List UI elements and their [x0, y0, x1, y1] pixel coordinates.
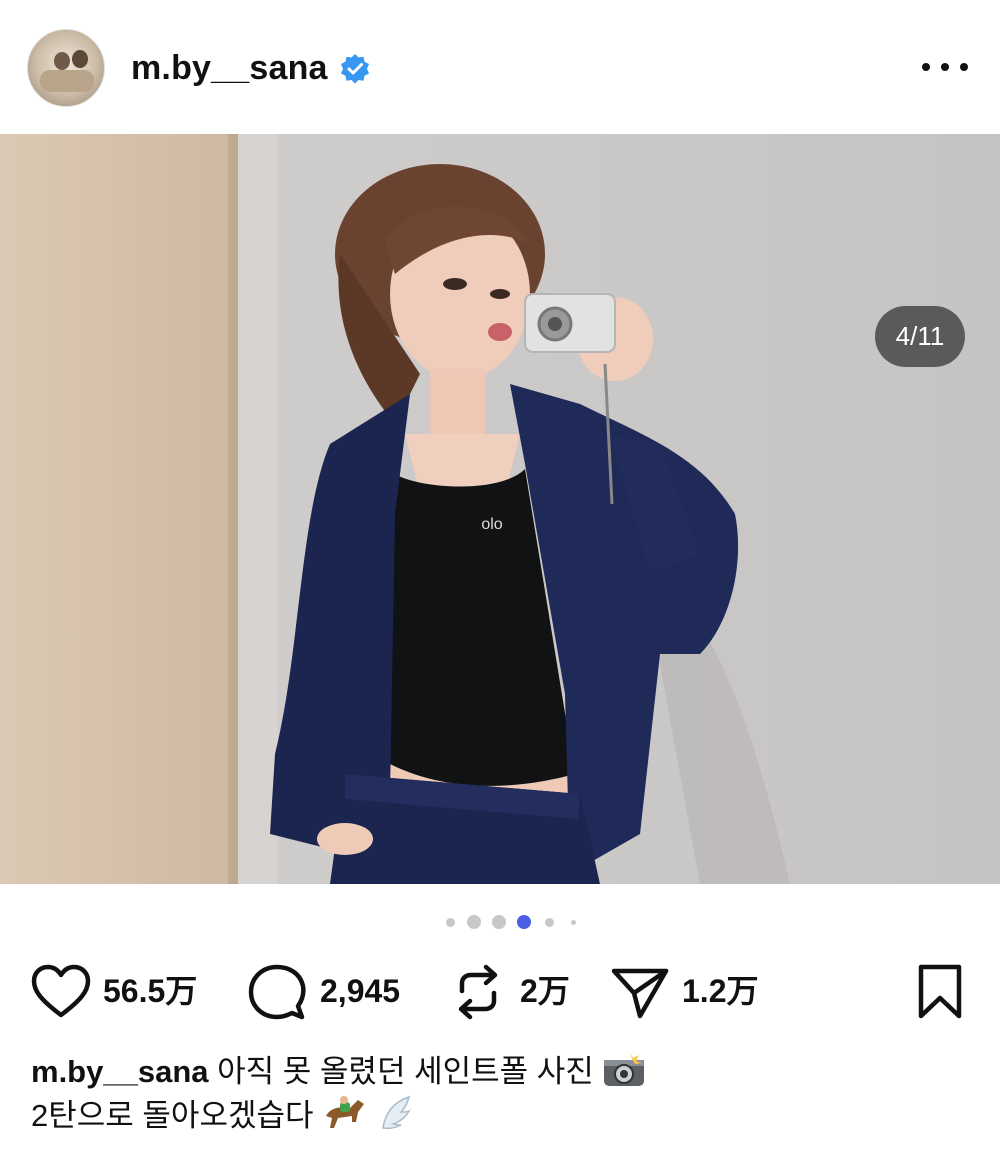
carousel-counter: 4/11 [875, 306, 965, 367]
post-caption: m.by__sana 아직 못 올렸던 세인트폴 사진 2탄으로 돌아오겠습다 [31, 1050, 971, 1138]
post-photo[interactable]: olo 4/11 [0, 134, 1000, 884]
carousel-dot-active [517, 915, 531, 929]
comment-count[interactable]: 2,945 [320, 972, 400, 1010]
carousel-dot [571, 920, 576, 925]
photo-illustration: olo [0, 134, 1000, 884]
wing-emoji [381, 1095, 411, 1130]
comment-bubble-icon[interactable] [248, 964, 306, 1022]
post-username[interactable]: m.by__sana [131, 48, 328, 88]
caption-username[interactable]: m.by__sana [31, 1054, 209, 1089]
horse-racing-emoji [326, 1096, 365, 1128]
send-paper-plane-icon[interactable] [610, 965, 670, 1021]
repost-icon[interactable] [452, 963, 504, 1021]
carousel-dot [467, 915, 481, 929]
like-count[interactable]: 56.5万 [103, 972, 197, 1010]
caption-line-2: 2탄으로 돌아오겠습다 [31, 1094, 971, 1138]
repost-count[interactable]: 2万 [520, 972, 570, 1010]
carousel-dot [446, 918, 455, 927]
caption-line-1: m.by__sana 아직 못 올렸던 세인트폴 사진 [31, 1050, 971, 1094]
carousel-indicator [0, 912, 1000, 932]
caption-text-1: 아직 못 올렸던 세인트폴 사진 [208, 1054, 594, 1089]
carousel-dot [492, 915, 506, 929]
more-options-icon[interactable] [922, 52, 968, 82]
bookmark-icon[interactable] [916, 963, 964, 1021]
verified-badge-icon [341, 54, 369, 84]
caption-text-2: 2탄으로 돌아오겠습다 [31, 1098, 314, 1133]
heart-icon[interactable] [31, 964, 91, 1020]
share-count[interactable]: 1.2万 [682, 972, 759, 1010]
camera-flash-emoji [604, 1052, 645, 1086]
avatar[interactable] [27, 29, 105, 107]
post-header: m.by__sana [0, 0, 1000, 134]
action-bar: 56.5万 2,945 2万 1.2万 [0, 955, 1000, 1025]
carousel-dot [545, 918, 554, 927]
svg-text:olo: olo [481, 516, 502, 533]
